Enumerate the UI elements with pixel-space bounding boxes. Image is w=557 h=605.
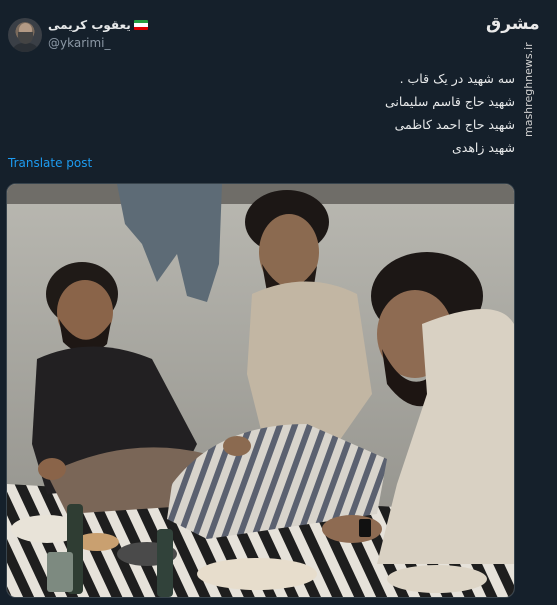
author-name[interactable]: یعقوب کریمی (48, 18, 131, 32)
author-handle[interactable]: @ykarimi_ (48, 36, 110, 50)
site-logo: مشرق (486, 14, 540, 34)
photo-illustration (7, 184, 514, 597)
iran-flag-icon (133, 20, 148, 30)
translate-post-link[interactable]: Translate post (8, 156, 92, 170)
site-watermark: mashreghnews.ir (522, 42, 535, 137)
post-photo[interactable] (6, 183, 515, 598)
post-line: شهید زاهدی (452, 140, 515, 155)
post-text: سه شهید در یک قاب . شهید حاج قاسم سلیمان… (275, 67, 515, 159)
post-line: شهید حاج قاسم سلیمانی (385, 94, 515, 109)
post-line: شهید حاج احمد کاظمی (394, 117, 515, 132)
author-name-row[interactable]: یعقوب کریمی (48, 18, 148, 32)
author-avatar[interactable] (8, 18, 42, 52)
post-line: سه شهید در یک قاب . (399, 71, 515, 86)
